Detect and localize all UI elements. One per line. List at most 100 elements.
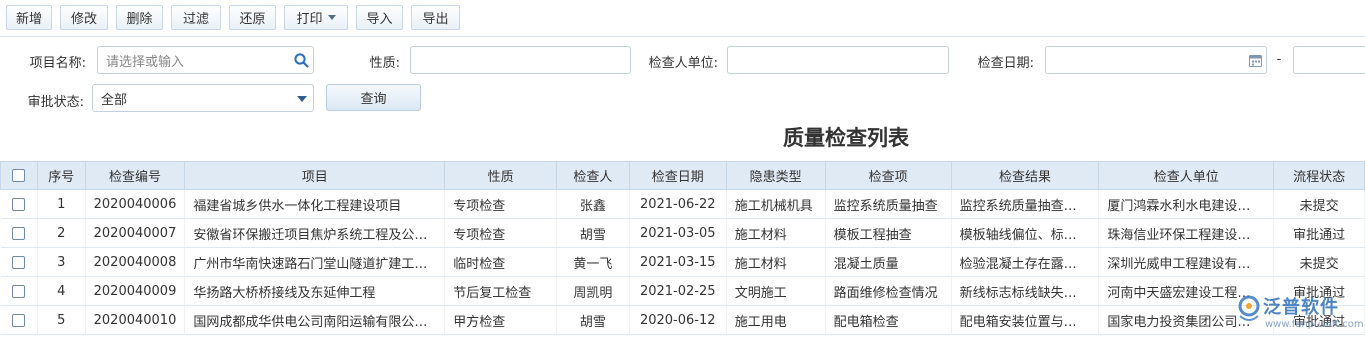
cell-status: 未提交: [1273, 247, 1365, 277]
nature-input[interactable]: [410, 46, 631, 74]
cell-project-link[interactable]: 福建省城乡供水一体化工程建设项目: [184, 189, 446, 219]
quality-inspection-table: 序号 检查编号 项目 性质 检查人 检查日期 隐患类型 检查项 检查结果 检查人…: [0, 161, 1365, 335]
cell-nature: 专项检查: [444, 189, 557, 219]
cell-item: 路面维修检查情况: [825, 276, 952, 306]
calendar-icon[interactable]: [1249, 54, 1262, 67]
toolbar: 新增 修改 删除 过滤 还原 打印 导入 导出: [0, 0, 1365, 37]
cell-project-link[interactable]: 国网成都成华供电公司南阳运输有限公…: [184, 305, 446, 335]
restore-button[interactable]: 还原: [229, 5, 276, 30]
cell-index: 2: [37, 218, 86, 248]
column-header-index[interactable]: 序号: [36, 161, 86, 190]
cell-inspector-link[interactable]: 张鑫: [556, 189, 630, 219]
table-row[interactable]: 5 2020040010 国网成都成华供电公司南阳运输有限公… 甲方检查 胡雪 …: [0, 305, 1365, 335]
table-row[interactable]: 4 2020040009 华扬路大桥桥接线及东延伸工程 节后复工检查 周凯明 2…: [0, 276, 1365, 306]
cell-inspector-link[interactable]: 周凯明: [556, 276, 630, 306]
brand-watermark: 泛普软件 www.fanpusoft.com: [1235, 286, 1365, 339]
approval-status-label: 审批状态:: [27, 95, 84, 110]
date-end-input[interactable]: [1293, 46, 1365, 74]
column-header-item[interactable]: 检查项: [824, 161, 952, 190]
cell-date: 2021-03-05: [629, 218, 727, 248]
cell-code-link[interactable]: 2020040007: [85, 218, 186, 248]
table-row[interactable]: 3 2020040008 广州市华南快速路石门堂山隧道扩建工… 临时检查 黄一飞…: [0, 247, 1365, 277]
row-checkbox[interactable]: [12, 226, 26, 240]
date-range-separator: -: [1276, 52, 1282, 67]
row-select-cell[interactable]: [0, 305, 38, 335]
column-header-hazard-type[interactable]: 隐患类型: [725, 161, 826, 190]
cell-item: 模板工程抽查: [825, 218, 952, 248]
cell-result: 模板轴线偏位、标…: [951, 218, 1100, 248]
column-header-date[interactable]: 检查日期: [628, 161, 727, 190]
column-header-project[interactable]: 项目: [184, 161, 446, 190]
cell-nature: 临时检查: [444, 247, 557, 277]
column-header-inspector[interactable]: 检查人: [556, 161, 630, 190]
row-checkbox[interactable]: [12, 255, 26, 269]
cell-project-link[interactable]: 安徽省环保搬迁项目焦炉系统工程及公…: [184, 218, 446, 248]
cell-code-link[interactable]: 2020040009: [85, 276, 186, 306]
column-header-nature[interactable]: 性质: [444, 161, 557, 190]
cell-date: 2021-03-15: [629, 247, 727, 277]
watermark-url-text: www.fanpusoft.com: [1265, 319, 1364, 330]
select-all-cell[interactable]: [0, 161, 38, 190]
column-header-result[interactable]: 检查结果: [950, 161, 1100, 190]
inspector-unit-input[interactable]: [727, 46, 949, 74]
column-header-status[interactable]: 流程状态: [1273, 161, 1365, 190]
cell-unit-link[interactable]: 珠海信业环保工程建设…: [1098, 218, 1275, 248]
cell-item: 监控系统质量抽查: [825, 189, 952, 219]
cell-hazard-type: 施工材料: [726, 247, 826, 277]
cell-inspector-link[interactable]: 黄一飞: [556, 247, 630, 277]
search-icon[interactable]: [294, 53, 309, 68]
row-checkbox[interactable]: [12, 313, 26, 327]
cell-inspector-link[interactable]: 胡雪: [556, 218, 630, 248]
table-row[interactable]: 2 2020040007 安徽省环保搬迁项目焦炉系统工程及公… 专项检查 胡雪 …: [0, 218, 1365, 248]
select-all-checkbox[interactable]: [12, 169, 26, 182]
cell-hazard-type: 施工用电: [726, 305, 826, 335]
cell-code-link[interactable]: 2020040006: [85, 189, 186, 219]
query-button[interactable]: 查询: [326, 84, 421, 111]
cell-unit-link[interactable]: 厦门鸿霖水利水电建设…: [1098, 189, 1275, 219]
cell-nature: 甲方检查: [444, 305, 557, 335]
cell-inspector-link[interactable]: 胡雪: [556, 305, 630, 335]
row-select-cell[interactable]: [0, 276, 38, 306]
cell-result: 配电箱安装位置与…: [951, 305, 1100, 335]
project-name-placeholder: 请选择或输入: [106, 54, 185, 70]
cell-result: 检验混凝土存在露…: [951, 247, 1100, 277]
column-header-code[interactable]: 检查编号: [84, 161, 186, 190]
export-button[interactable]: 导出: [411, 5, 460, 30]
watermark-brand-text: 泛普软件: [1263, 297, 1339, 318]
chevron-down-icon: [327, 15, 336, 20]
cell-project-link[interactable]: 广州市华南快速路石门堂山隧道扩建工…: [184, 247, 446, 277]
add-button[interactable]: 新增: [6, 5, 52, 30]
cell-code-link[interactable]: 2020040010: [85, 305, 186, 335]
cell-nature: 节后复工检查: [444, 276, 557, 306]
import-button[interactable]: 导入: [356, 5, 403, 30]
inspection-date-label: 检查日期:: [977, 56, 1034, 71]
row-select-cell[interactable]: [0, 247, 38, 277]
row-checkbox[interactable]: [12, 197, 26, 211]
row-select-cell[interactable]: [0, 218, 38, 248]
delete-button[interactable]: 删除: [116, 5, 163, 30]
cell-index: 1: [37, 189, 86, 219]
row-select-cell[interactable]: [0, 189, 38, 219]
approval-status-select[interactable]: 全部: [92, 84, 314, 112]
table-row[interactable]: 1 2020040006 福建省城乡供水一体化工程建设项目 专项检查 张鑫 20…: [0, 189, 1365, 219]
cell-item: 配电箱检查: [825, 305, 952, 335]
chevron-down-icon[interactable]: [297, 96, 307, 102]
cell-index: 4: [37, 276, 86, 306]
cell-code-link[interactable]: 2020040008: [85, 247, 186, 277]
project-name-input[interactable]: 请选择或输入: [97, 46, 314, 74]
cell-unit-link[interactable]: 深圳光威申工程建设有…: [1098, 247, 1275, 277]
cell-project-link[interactable]: 华扬路大桥桥接线及东延伸工程: [184, 276, 446, 306]
inspector-unit-label: 检查人单位:: [648, 56, 718, 71]
print-button[interactable]: 打印: [284, 5, 348, 30]
column-header-unit[interactable]: 检查人单位: [1098, 161, 1275, 190]
edit-button[interactable]: 修改: [60, 5, 108, 30]
row-checkbox[interactable]: [12, 284, 26, 298]
date-start-input[interactable]: [1045, 46, 1267, 74]
cell-date: 2020-06-12: [629, 305, 727, 335]
cell-status: 未提交: [1273, 189, 1365, 219]
cell-result: 新线标志标线缺失…: [951, 276, 1100, 306]
filter-button[interactable]: 过滤: [171, 5, 221, 30]
cell-result: 监控系统质量抽查…: [951, 189, 1100, 219]
table-header-row: 序号 检查编号 项目 性质 检查人 检查日期 隐患类型 检查项 检查结果 检查人…: [0, 161, 1365, 190]
cell-date: 2021-02-25: [629, 276, 727, 306]
